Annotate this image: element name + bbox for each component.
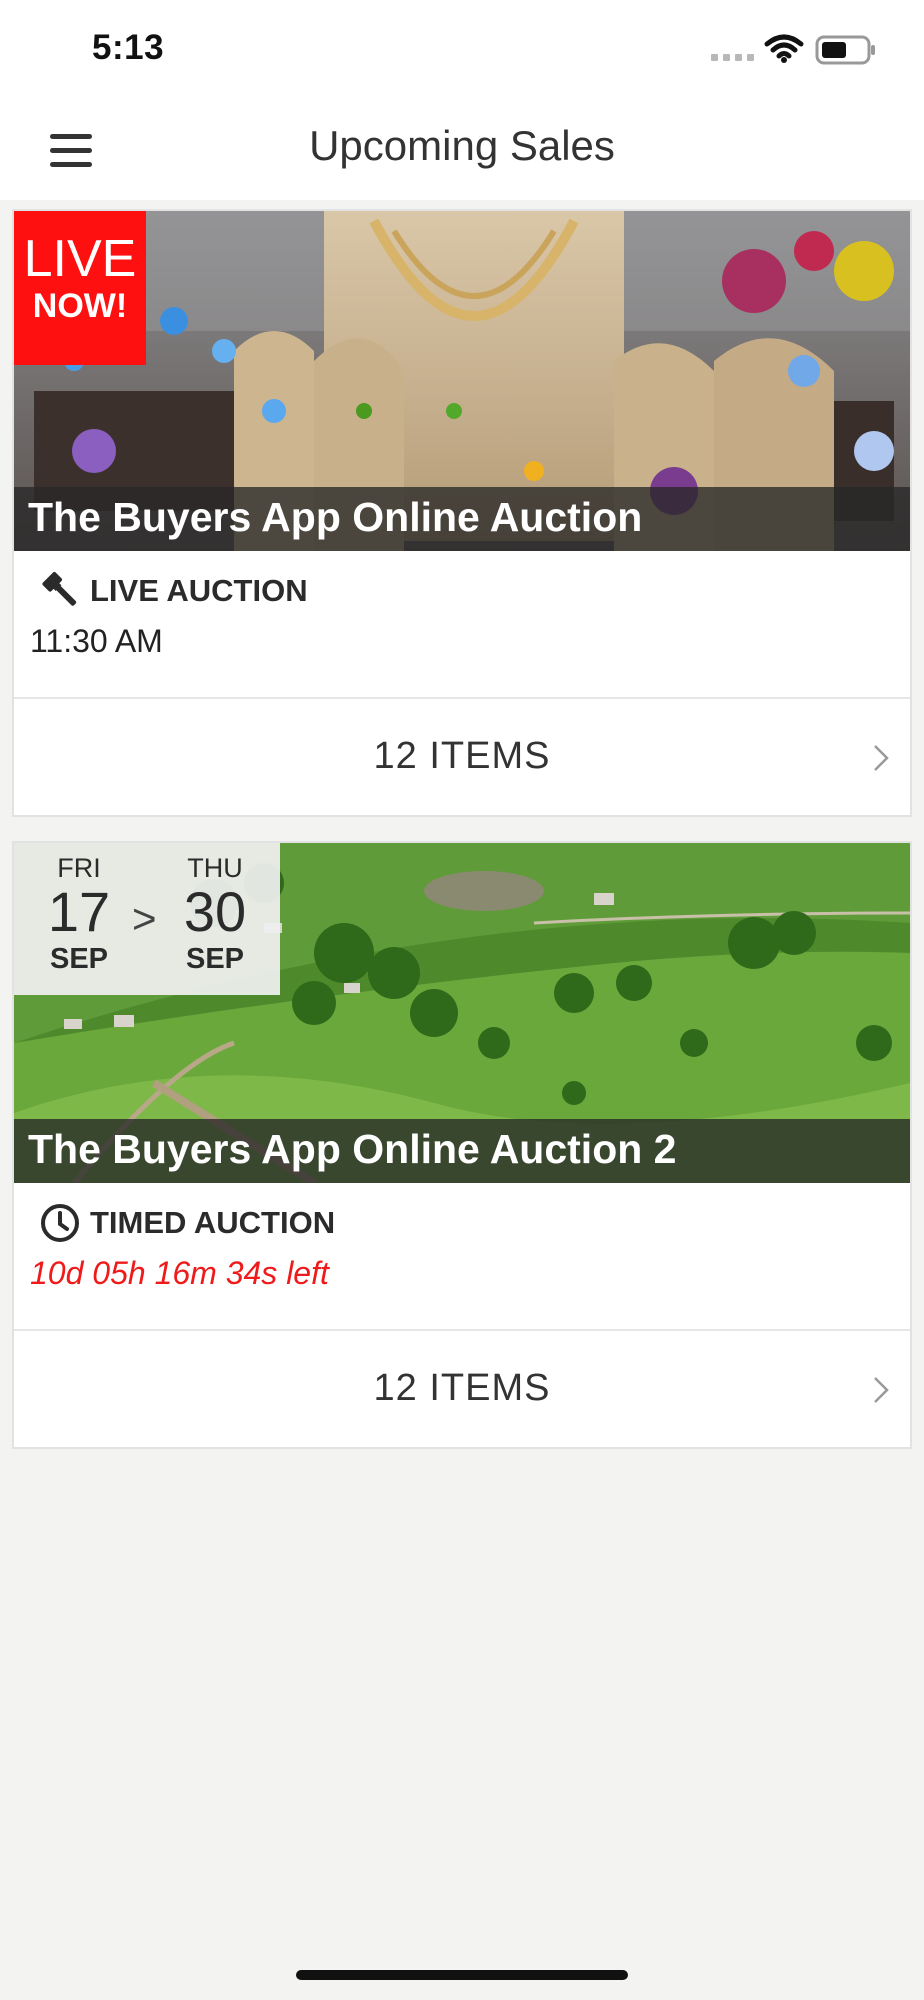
auction-type-label: LIVE AUCTION bbox=[90, 573, 308, 608]
title-band: The Buyers App Online Auction bbox=[14, 487, 910, 551]
chevron-right-icon bbox=[874, 745, 889, 771]
sale-image[interactable]: LIVE NOW! The Buyers App Online Auction bbox=[14, 211, 910, 551]
live-badge: LIVE NOW! bbox=[14, 211, 146, 365]
sale-image[interactable]: FRI 17 SEP > THU 30 SEP The Buyers App O… bbox=[14, 843, 910, 1183]
date-separator: > bbox=[132, 895, 157, 942]
clock-icon bbox=[41, 1204, 79, 1242]
status-time: 5:13 bbox=[92, 28, 165, 67]
page-title: Upcoming Sales bbox=[309, 122, 615, 169]
date-range-badge: FRI 17 SEP > THU 30 SEP bbox=[14, 843, 280, 995]
auction-type: TIMED AUCTION bbox=[38, 1201, 335, 1245]
sale-info: LIVE AUCTION 11:30 AM bbox=[14, 551, 910, 697]
auction-start-time: 11:30 AM bbox=[30, 623, 163, 659]
title-band: The Buyers App Online Auction 2 bbox=[14, 1119, 910, 1183]
sale-info: TIMED AUCTION 10d 05h 16m 34s left bbox=[14, 1183, 910, 1329]
app-header: Upcoming Sales bbox=[0, 100, 924, 200]
wifi-icon bbox=[764, 34, 804, 63]
items-count: 12 ITEMS bbox=[373, 1367, 551, 1409]
sale-card[interactable]: LIVE NOW! The Buyers App Online Auction … bbox=[12, 209, 912, 817]
battery-icon bbox=[815, 35, 875, 65]
start-date: FRI 17 SEP bbox=[47, 853, 111, 975]
countdown-timer: 10d 05h 16m 34s left bbox=[30, 1255, 329, 1291]
sale-title: The Buyers App Online Auction 2 bbox=[28, 1126, 677, 1172]
chevron-right-icon bbox=[874, 1377, 889, 1403]
items-row[interactable]: 12 ITEMS bbox=[14, 1329, 910, 1447]
items-count: 12 ITEMS bbox=[373, 735, 551, 777]
auction-type: LIVE AUCTION bbox=[38, 569, 308, 613]
sale-card[interactable]: FRI 17 SEP > THU 30 SEP The Buyers App O… bbox=[12, 841, 912, 1449]
gavel-icon bbox=[42, 572, 77, 606]
sale-title: The Buyers App Online Auction bbox=[28, 494, 643, 540]
end-date: THU 30 SEP bbox=[183, 853, 247, 975]
signal-icon bbox=[711, 54, 754, 61]
auction-type-label: TIMED AUCTION bbox=[90, 1205, 336, 1240]
home-indicator[interactable] bbox=[296, 1970, 628, 1980]
items-row[interactable]: 12 ITEMS bbox=[14, 697, 910, 815]
status-bar: 5:13 bbox=[0, 0, 924, 100]
